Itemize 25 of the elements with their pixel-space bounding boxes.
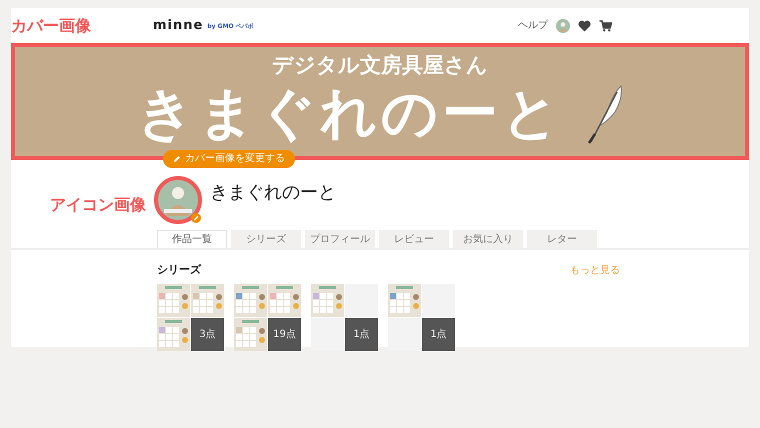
tab[interactable]: お気に入り xyxy=(453,230,523,248)
tab[interactable]: レビュー xyxy=(379,230,449,248)
item-count[interactable]: 1点 xyxy=(345,318,378,350)
profile-name: きまぐれのーと xyxy=(210,180,336,204)
edit-icon[interactable] xyxy=(191,213,201,223)
tab[interactable]: シリーズ xyxy=(231,230,301,248)
item-count[interactable]: 1点 xyxy=(422,318,455,350)
avatar[interactable] xyxy=(154,176,202,224)
help-link[interactable]: ヘルプ xyxy=(518,18,548,33)
pencil-icon xyxy=(173,155,181,163)
tab[interactable]: プロフィール xyxy=(305,230,375,248)
cover-title: きまぐれのーと xyxy=(137,86,563,142)
annotation-label: カバー画像 xyxy=(11,14,91,36)
tab[interactable]: 作品一覧 xyxy=(157,230,227,248)
section-title: シリーズ xyxy=(157,262,201,278)
heart-icon[interactable] xyxy=(578,20,591,32)
annotation-label: アイコン画像 xyxy=(50,194,146,216)
avatar-icon[interactable] xyxy=(556,18,570,32)
feather-icon xyxy=(587,84,623,144)
logo[interactable]: minne xyxy=(153,16,204,36)
item-count[interactable]: 19点 xyxy=(268,318,301,350)
item-count[interactable]: 3点 xyxy=(191,318,224,350)
tab[interactable]: レター xyxy=(527,230,597,248)
cart-icon[interactable] xyxy=(599,20,612,32)
cover-subtitle: デジタル文房具屋さん xyxy=(272,55,488,76)
